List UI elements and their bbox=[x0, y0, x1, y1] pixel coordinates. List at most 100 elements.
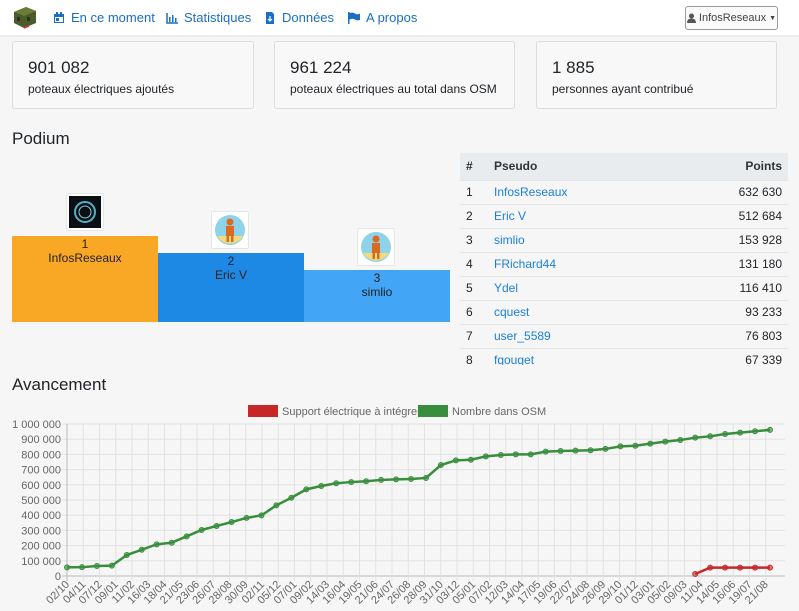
data-point bbox=[587, 447, 594, 454]
y-tick-label: 1 000 000 bbox=[12, 419, 61, 431]
row-points: 93 233 bbox=[669, 299, 788, 324]
table-row: 3 simlio 153 928 bbox=[460, 227, 788, 252]
user-link[interactable]: user_5589 bbox=[494, 329, 551, 343]
data-point bbox=[722, 564, 729, 571]
y-tick-label: 400 000 bbox=[21, 510, 61, 522]
data-point bbox=[303, 486, 310, 493]
data-point bbox=[512, 451, 519, 458]
user-link[interactable]: InfosReseaux bbox=[494, 185, 567, 199]
legend-swatch bbox=[248, 405, 278, 417]
legend-label: Nombre dans OSM bbox=[452, 406, 546, 418]
row-pseudo: simlio bbox=[488, 227, 670, 252]
data-point bbox=[228, 519, 235, 526]
y-tick-label: 300 000 bbox=[21, 525, 61, 537]
data-point bbox=[737, 564, 744, 571]
row-points: 153 928 bbox=[669, 227, 788, 252]
data-point bbox=[482, 453, 489, 460]
row-pseudo: InfosReseaux bbox=[488, 179, 670, 204]
data-point bbox=[617, 443, 624, 450]
user-link[interactable]: Ydel bbox=[494, 281, 518, 295]
user-link[interactable]: cquest bbox=[494, 305, 529, 319]
data-point bbox=[707, 564, 714, 571]
row-rank: 4 bbox=[460, 251, 488, 276]
table-row: 1 InfosReseaux 632 630 bbox=[460, 179, 788, 204]
data-point bbox=[123, 552, 130, 559]
data-point bbox=[602, 445, 609, 452]
row-pseudo: Eric V bbox=[488, 203, 670, 228]
data-point bbox=[542, 448, 549, 455]
data-point bbox=[752, 564, 759, 571]
row-points: 76 803 bbox=[669, 323, 788, 348]
data-point bbox=[348, 479, 355, 486]
table-row: 5 Ydel 116 410 bbox=[460, 275, 788, 300]
user-link[interactable]: simlio bbox=[494, 233, 525, 247]
row-rank: 1 bbox=[460, 179, 488, 204]
table-header: # Pseudo Points bbox=[460, 153, 788, 180]
y-tick-label: 500 000 bbox=[21, 495, 61, 507]
row-points: 116 410 bbox=[669, 275, 788, 300]
data-point bbox=[707, 433, 714, 440]
row-points: 512 684 bbox=[669, 203, 788, 228]
data-point bbox=[213, 522, 220, 529]
data-point bbox=[572, 447, 579, 454]
data-point bbox=[138, 546, 145, 553]
data-point bbox=[632, 442, 639, 449]
series-line bbox=[66, 428, 771, 569]
data-point bbox=[318, 483, 325, 490]
data-point bbox=[767, 564, 773, 571]
table-row: 4 FRichard44 131 180 bbox=[460, 251, 788, 276]
data-point bbox=[78, 564, 85, 571]
data-point bbox=[183, 533, 190, 540]
progress-title: Avancement bbox=[12, 375, 107, 394]
data-point bbox=[64, 564, 70, 571]
data-point bbox=[692, 571, 699, 578]
user-link[interactable]: fgouget bbox=[494, 353, 534, 365]
y-tick-label: 800 000 bbox=[21, 449, 61, 461]
col-rank: # bbox=[460, 153, 488, 180]
series-line bbox=[694, 566, 770, 576]
y-tick-label: 100 000 bbox=[21, 556, 61, 568]
row-rank: 5 bbox=[460, 275, 488, 300]
data-point bbox=[752, 428, 759, 435]
row-pseudo: user_5589 bbox=[488, 323, 670, 348]
legend-label: Support électrique à intégrer bbox=[282, 406, 421, 418]
row-rank: 7 bbox=[460, 323, 488, 348]
data-point bbox=[333, 480, 340, 487]
row-rank: 6 bbox=[460, 299, 488, 324]
table-row: 2 Eric V 512 684 bbox=[460, 203, 788, 228]
leaderboard-scroll[interactable]: # Pseudo Points 1 InfosReseaux 632 630 2 Eric … bbox=[0, 0, 799, 365]
data-point bbox=[108, 562, 115, 569]
data-point bbox=[437, 462, 444, 469]
data-point bbox=[408, 476, 415, 483]
data-point bbox=[692, 434, 699, 441]
row-points: 67 339 bbox=[669, 347, 788, 365]
data-point bbox=[557, 448, 564, 455]
data-point bbox=[677, 436, 684, 443]
data-point bbox=[168, 539, 175, 546]
row-points: 632 630 bbox=[669, 179, 788, 204]
user-link[interactable]: Eric V bbox=[494, 209, 526, 223]
data-point bbox=[153, 541, 160, 548]
data-point bbox=[497, 452, 504, 459]
data-point bbox=[288, 494, 295, 501]
leaderboard-table: # Pseudo Points 1 InfosReseaux 632 630 2 Eric … bbox=[460, 153, 788, 365]
legend-swatch bbox=[418, 405, 448, 417]
y-tick-label: 200 000 bbox=[21, 541, 61, 553]
data-point bbox=[767, 426, 773, 433]
data-point bbox=[273, 502, 280, 509]
data-point bbox=[363, 478, 370, 485]
table-row: 6 cquest 93 233 bbox=[460, 299, 788, 324]
data-point bbox=[722, 431, 729, 438]
user-link[interactable]: FRichard44 bbox=[494, 257, 556, 271]
data-point bbox=[93, 562, 100, 569]
data-point bbox=[662, 438, 669, 445]
row-pseudo: FRichard44 bbox=[488, 251, 670, 276]
data-point bbox=[378, 476, 385, 483]
progress-chart: Support électrique à intégrer Nombre dans… bbox=[12, 405, 785, 607]
row-points: 131 180 bbox=[669, 251, 788, 276]
data-point bbox=[422, 474, 429, 481]
data-point bbox=[647, 440, 654, 447]
row-pseudo: cquest bbox=[488, 299, 670, 324]
row-pseudo: Ydel bbox=[488, 275, 670, 300]
data-point bbox=[467, 456, 474, 463]
